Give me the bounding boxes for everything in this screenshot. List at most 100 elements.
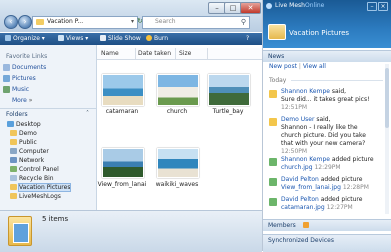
live-mesh-panel: Live Mesh Online – × Vacation Pictures N…	[263, 0, 391, 252]
favorite-documents[interactable]: Documents	[3, 64, 47, 71]
file-tile-view-from-lanai[interactable]: View_from_lanai	[98, 146, 146, 196]
feed-author[interactable]: David Pelton	[281, 176, 319, 183]
tree-label: Computer	[19, 148, 49, 155]
feed-author[interactable]: Shannon Kempe	[281, 156, 330, 163]
address-text: Vacation P...	[47, 18, 84, 25]
members-header[interactable]: Members	[263, 219, 391, 231]
feed-item: David Pelton added picture catamaran.jpg…	[281, 196, 379, 212]
help-icon[interactable]: ?	[246, 35, 249, 42]
synchronized-devices-header[interactable]: Synchronized Devices	[263, 234, 391, 252]
news-header[interactable]: News	[263, 50, 391, 62]
new-post-link[interactable]: New post	[269, 63, 297, 70]
feed-author[interactable]: Demo User	[281, 116, 314, 123]
tree-label: Recycle Bin	[19, 175, 54, 182]
column-divider[interactable]	[175, 48, 176, 59]
feed-file-link[interactable]: church.jpg	[281, 164, 313, 171]
feed-item: Shannon Kempe said, Sure did... it takes…	[281, 88, 379, 112]
tree-item-network[interactable]: Network	[10, 157, 44, 164]
column-divider[interactable]	[207, 48, 208, 59]
tree-item-control-panel[interactable]: Control Panel	[10, 166, 59, 173]
tree-label: Public	[19, 139, 37, 146]
burn-button[interactable]: Burn	[146, 35, 168, 42]
music-icon	[3, 86, 10, 93]
favorite-pictures[interactable]: Pictures	[3, 75, 36, 82]
feed-text: said,	[314, 116, 331, 123]
feed-item: Demo User said, Shannon - I really like …	[281, 116, 379, 156]
folder-icon	[10, 139, 17, 145]
feed-time: 12:50PM	[281, 148, 308, 155]
search-icon[interactable]: ⚲	[241, 18, 246, 26]
search-input[interactable]: Search ⚲	[142, 16, 250, 29]
online-status: Online	[305, 2, 325, 9]
slideshow-label: Slide Show	[108, 35, 141, 42]
tree-item-demo[interactable]: Demo	[10, 130, 37, 137]
scrollbar-thumb[interactable]	[385, 68, 389, 128]
tree-item-public[interactable]: Public	[10, 139, 37, 146]
chevron-up-icon: ˄	[86, 110, 89, 117]
folders-header-bar[interactable]: Folders ˄	[0, 108, 96, 120]
tree-label: Control Panel	[19, 166, 59, 173]
file-tile-church[interactable]: church	[155, 72, 199, 122]
tree-item-vacation-pictures[interactable]: Vacation Pictures	[10, 183, 72, 192]
tree-item-recycle-bin[interactable]: Recycle Bin	[10, 175, 54, 182]
views-button[interactable]: Views ▾	[58, 35, 88, 42]
organize-button[interactable]: Organize ▾	[5, 35, 45, 42]
favorite-label: Pictures	[12, 75, 36, 82]
photo-thumbnail	[102, 148, 144, 178]
recycle-bin-icon	[10, 175, 17, 181]
column-size[interactable]: Size	[179, 50, 191, 57]
item-count: 5 items	[42, 215, 69, 223]
feed-time: 12:27PM	[326, 204, 353, 211]
feed-file-link[interactable]: catamaran.jpg	[281, 204, 325, 211]
feed-author[interactable]: David Pelton	[281, 196, 319, 203]
feed-text: added picture	[318, 196, 363, 203]
favorite-label: Music	[12, 86, 30, 93]
tree-item-desktop[interactable]: Desktop	[7, 121, 41, 128]
more-link[interactable]: More »	[12, 97, 32, 104]
file-label: waikiki_waves	[155, 181, 199, 188]
tree-item-livemeshlogs[interactable]: LiveMeshLogs	[10, 193, 61, 200]
news-actions: New post | View all	[269, 63, 326, 70]
back-button-icon[interactable]: ‹	[4, 15, 18, 29]
view-all-link[interactable]: View all	[303, 63, 326, 70]
file-tile-waikiki-waves[interactable]: waikiki_waves	[155, 146, 199, 196]
folders-header: Folders	[6, 111, 28, 118]
computer-icon	[10, 148, 17, 154]
file-tile-catamaran[interactable]: catamaran	[100, 72, 144, 122]
minimize-button[interactable]: –	[367, 2, 377, 11]
feed-time: 12:51PM	[281, 104, 308, 111]
column-header-row: Name Date taken Size	[97, 48, 262, 60]
column-name[interactable]: Name	[101, 50, 119, 57]
burn-label: Burn	[154, 35, 169, 42]
photo-thumbnail	[157, 74, 199, 106]
picture-added-icon	[269, 178, 277, 186]
forward-button-icon[interactable]: ›	[18, 15, 32, 29]
feed-author[interactable]: Shannon Kempe	[281, 88, 330, 95]
photo-thumbnail	[157, 148, 199, 178]
file-tile-turtle-bay[interactable]: Turtle_bay	[206, 72, 250, 122]
favorite-links-header: Favorite Links	[6, 53, 48, 60]
file-label: church	[166, 108, 188, 115]
close-button[interactable]: ✕	[240, 2, 261, 14]
feed-text: added picture	[318, 176, 363, 183]
folder-icon	[36, 19, 44, 25]
slideshow-button[interactable]: Slide Show	[100, 35, 141, 42]
tree-item-computer[interactable]: Computer	[10, 148, 49, 155]
close-button[interactable]: ×	[378, 2, 388, 11]
today-label: Today	[269, 77, 287, 84]
favorite-music[interactable]: Music	[3, 86, 30, 93]
feed-file-link[interactable]: View_from_lanai.jpg	[281, 184, 341, 191]
views-label: Views	[66, 35, 84, 42]
folder-icon	[10, 184, 17, 190]
burn-icon	[146, 35, 152, 41]
favorite-label: Documents	[12, 64, 47, 71]
tree-label: LiveMeshLogs	[19, 193, 61, 200]
column-date-taken[interactable]: Date taken	[138, 50, 171, 57]
control-panel-icon	[10, 166, 17, 172]
comment-icon	[269, 90, 277, 98]
column-divider[interactable]	[135, 48, 136, 59]
folder-icon	[10, 193, 17, 199]
address-dropdown-icon[interactable]: ▾	[131, 18, 134, 25]
feed-scrollbar[interactable]	[385, 64, 389, 214]
address-bar[interactable]: Vacation P... ▾	[32, 16, 138, 29]
